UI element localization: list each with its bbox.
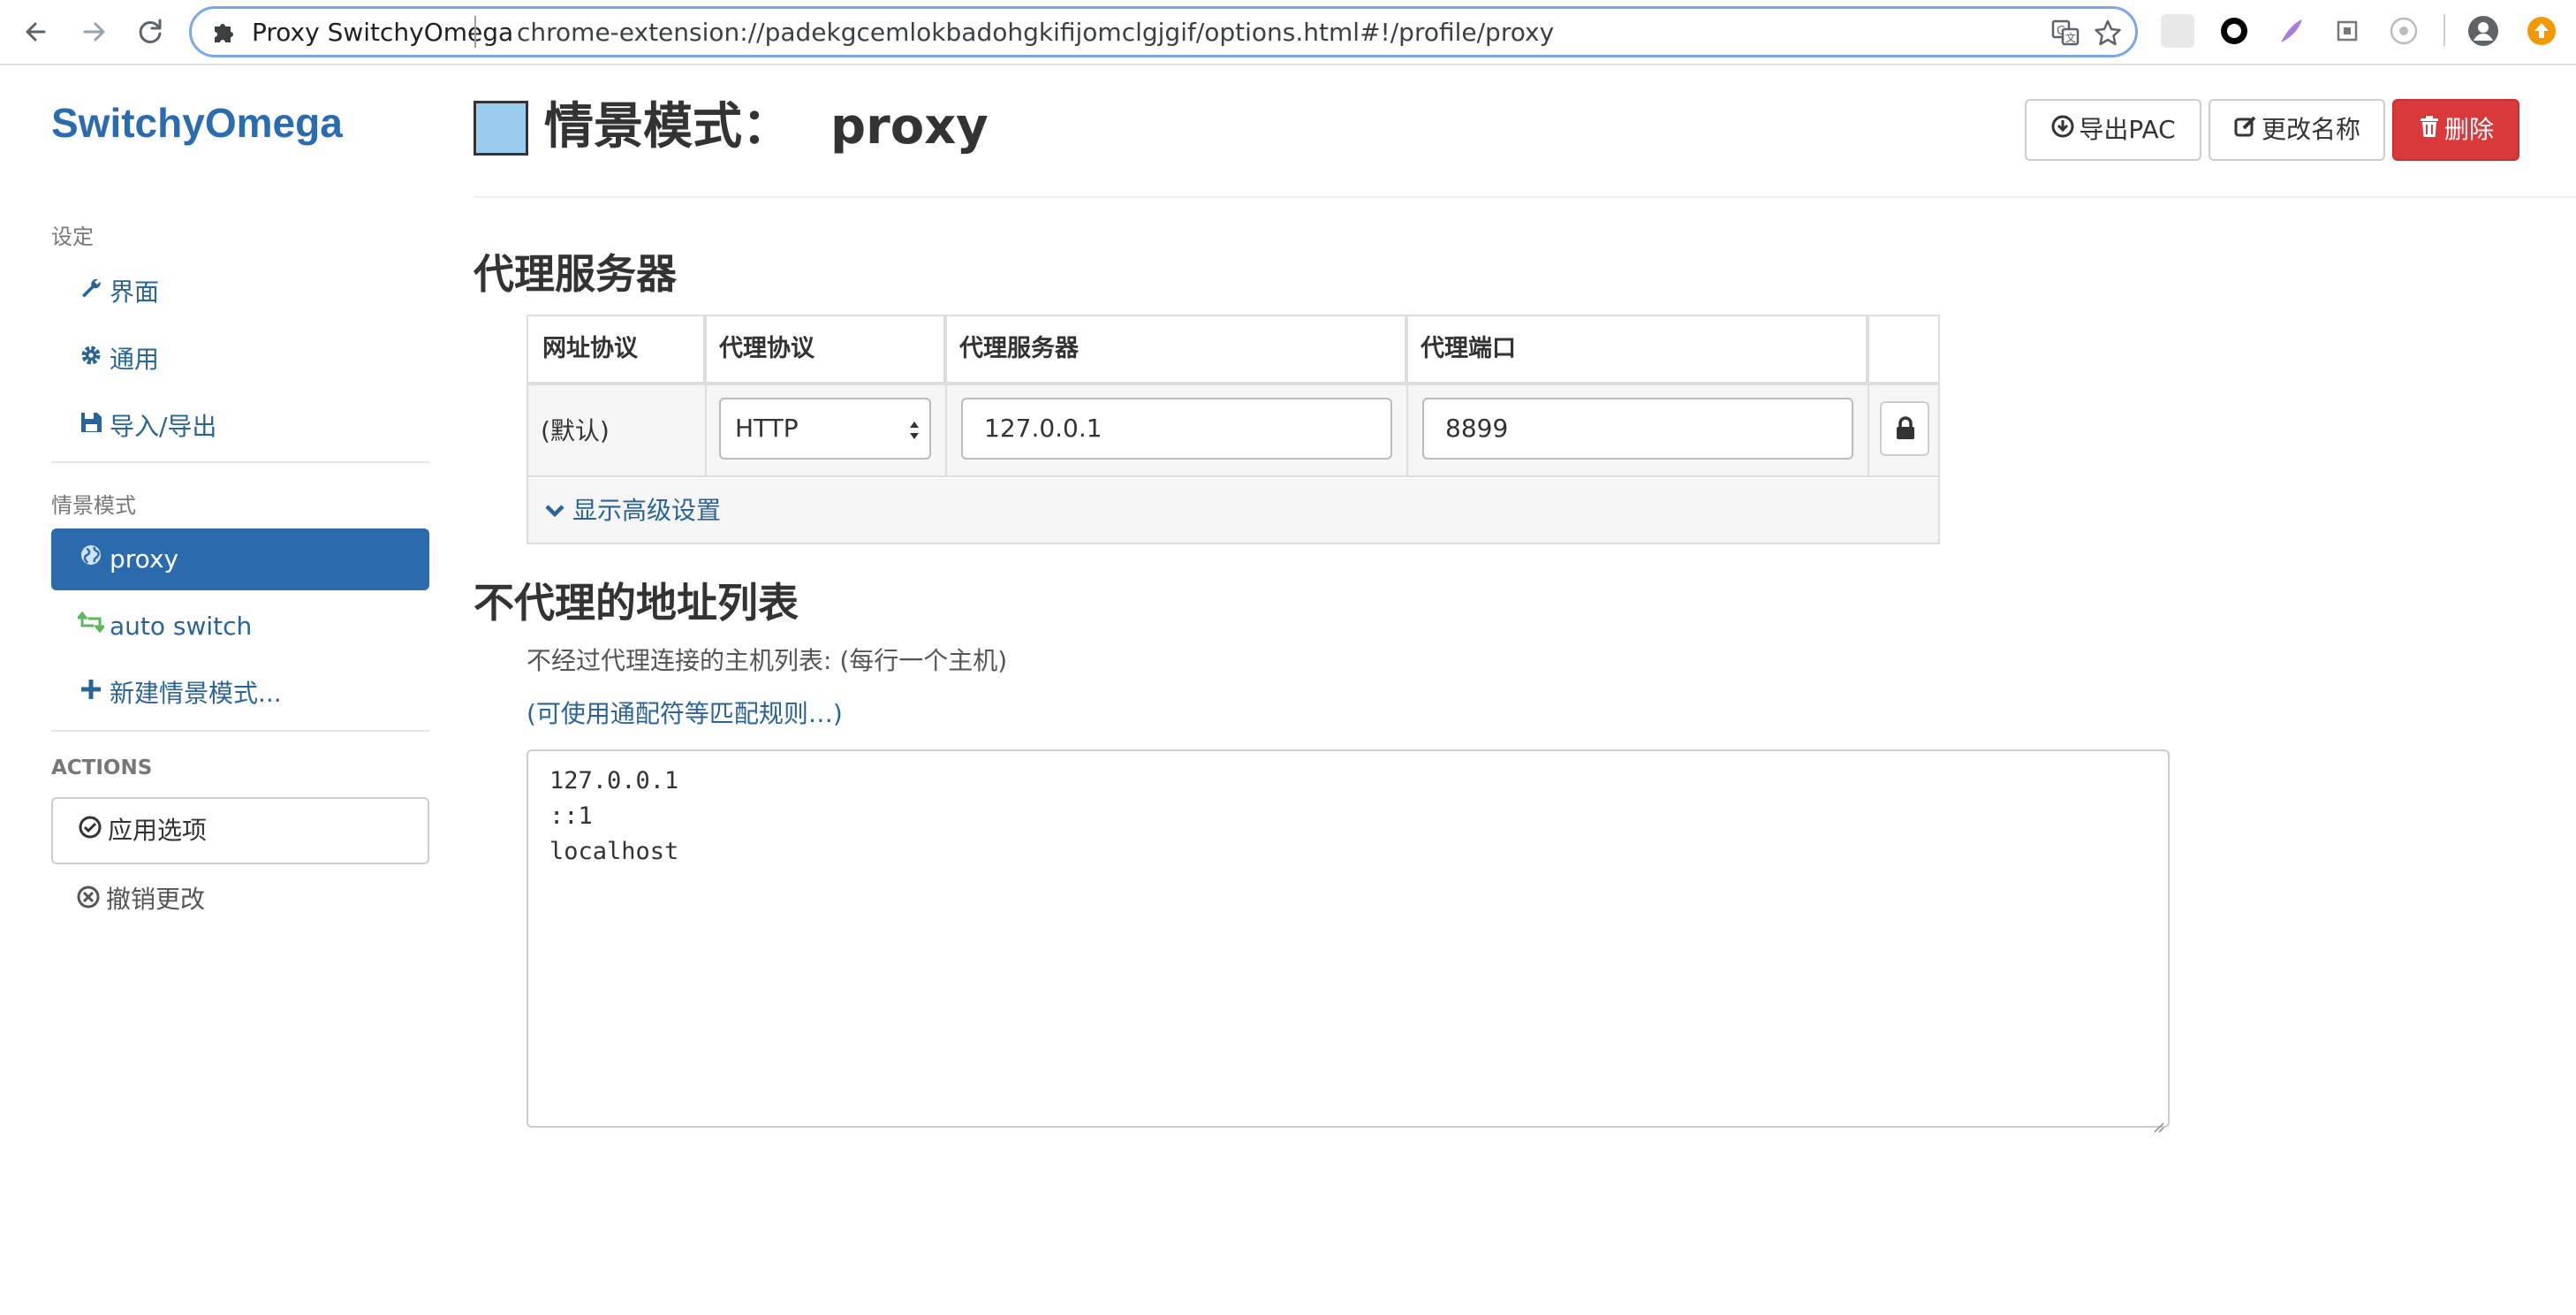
toolbar-divider — [2443, 14, 2445, 46]
sidebar-item-label: 新建情景模式... — [110, 679, 282, 708]
select-arrows-icon — [908, 399, 921, 458]
address-bar[interactable]: Proxy SwitchyOmega chrome-extension://pa… — [189, 6, 2138, 57]
floppy-icon — [76, 396, 106, 458]
retweet-icon — [75, 596, 107, 658]
column-divider — [945, 316, 947, 477]
globe-icon — [76, 528, 106, 590]
sidebar-item-label: 界面 — [110, 277, 160, 307]
page-title-prefix: 情景模式： — [544, 98, 792, 156]
export-pac-label: 导出PAC — [2079, 115, 2176, 144]
sidebar-item-interface[interactable]: 界面 — [51, 262, 429, 323]
show-advanced-label: 显示高级设置 — [572, 496, 722, 525]
show-advanced-toggle[interactable]: 显示高级设置 — [528, 479, 1938, 543]
column-divider — [1406, 316, 1408, 477]
plus-icon — [76, 663, 106, 725]
trash-icon — [2418, 102, 2441, 160]
sidebar-divider — [51, 461, 429, 463]
scheme-cell: (默认) — [541, 416, 610, 445]
puzzle-icon — [209, 18, 238, 46]
cancel-circle-icon — [76, 885, 106, 917]
sidebar-item-label: 通用 — [110, 345, 160, 374]
header-divider — [474, 196, 2576, 198]
browser-toolbar: Proxy SwitchyOmega chrome-extension://pa… — [0, 0, 2576, 65]
bypass-help-text: 不经过代理连接的主机列表: (每行一个主机) — [527, 646, 1008, 675]
sidebar-item-label: proxy — [110, 544, 179, 574]
url-text[interactable]: chrome-extension://padekgcemlokbadohgkif… — [517, 18, 1554, 48]
proxy-host-input[interactable]: 127.0.0.1 — [961, 398, 1392, 460]
bypass-list-title: 不代理的地址列表 — [474, 579, 799, 627]
column-divider — [1868, 316, 1869, 477]
sidebar-divider — [51, 730, 429, 732]
bypass-line: localhost — [549, 838, 679, 865]
wrench-icon — [76, 262, 106, 323]
rename-label: 更改名称 — [2261, 115, 2360, 144]
wildcard-rules-link[interactable]: (可使用通配符等匹配规则…) — [527, 696, 843, 732]
protocol-select-value: HTTP — [735, 414, 799, 443]
sidebar-item-label: auto switch — [110, 612, 253, 641]
proxy-port-input[interactable]: 8899 — [1422, 398, 1853, 460]
extension-grid-icon[interactable] — [2161, 14, 2194, 48]
column-divider — [705, 316, 707, 477]
update-icon[interactable] — [2525, 14, 2558, 48]
star-icon[interactable] — [2093, 18, 2123, 48]
profiles-header: 情景模式 — [51, 493, 136, 518]
sidebar-item-general[interactable]: 通用 — [51, 329, 429, 391]
brand-title[interactable]: SwitchyOmega — [51, 99, 343, 147]
check-circle-icon — [78, 800, 108, 863]
omnibox-divider — [474, 16, 476, 48]
extension-feather-icon[interactable] — [2274, 14, 2307, 48]
protocol-select[interactable]: HTTP — [719, 398, 931, 460]
svg-text:文: 文 — [2065, 31, 2076, 44]
resize-grip-icon[interactable] — [2150, 1108, 2164, 1133]
actions-header: ACTIONS — [51, 756, 153, 779]
column-header: 网址协议 — [528, 316, 705, 382]
profile-name: proxy — [830, 98, 989, 156]
extension-circle-icon[interactable] — [2217, 14, 2251, 48]
sidebar-item-label: 导入/导出 — [110, 412, 217, 441]
back-icon[interactable] — [18, 12, 57, 51]
chevron-down-icon — [544, 480, 565, 543]
proxy-servers-table: 网址协议 代理协议 代理服务器 代理端口 (默认) HTTP 127.0.0.1… — [527, 315, 1940, 544]
page-title: 情景模式： proxy — [544, 95, 989, 159]
extension-square-icon[interactable] — [2330, 14, 2364, 48]
export-pac-button[interactable]: 导出PAC — [2025, 99, 2201, 161]
rename-button[interactable]: 更改名称 — [2209, 99, 2385, 161]
proxy-servers-title: 代理服务器 — [474, 250, 677, 298]
extension-gauge-icon[interactable] — [2387, 14, 2421, 48]
auth-lock-button[interactable] — [1880, 401, 1929, 456]
bypass-line: 127.0.0.1 — [549, 767, 679, 794]
sidebar-item-import-export[interactable]: 导入/导出 — [51, 396, 429, 458]
delete-label: 删除 — [2443, 115, 2494, 144]
sidebar-item-new-profile[interactable]: 新建情景模式... — [51, 663, 429, 725]
reload-icon[interactable] — [131, 12, 170, 51]
sidebar-item-auto-switch[interactable]: auto switch — [51, 596, 429, 658]
gear-icon — [76, 329, 106, 391]
sidebar-item-proxy[interactable]: proxy — [51, 528, 429, 590]
column-header: 代理协议 — [705, 316, 945, 382]
profile-color-swatch[interactable] — [474, 101, 528, 156]
lock-icon — [1894, 415, 1917, 445]
settings-header: 设定 — [51, 224, 94, 249]
column-header: 代理端口 — [1406, 316, 1868, 382]
column-header: 代理服务器 — [945, 316, 1406, 382]
discard-changes-label: 撤销更改 — [106, 885, 206, 914]
apply-options-label: 应用选项 — [108, 816, 208, 845]
apply-options-button[interactable]: 应用选项 — [51, 797, 429, 864]
bypass-list-textarea[interactable]: 127.0.0.1 ::1 localhost — [527, 749, 2170, 1133]
translate-icon[interactable]: G文 — [2050, 18, 2080, 48]
account-icon[interactable] — [2466, 14, 2500, 48]
edit-icon — [2233, 102, 2258, 160]
forward-icon[interactable] — [74, 12, 113, 51]
discard-changes-link[interactable]: 撤销更改 — [76, 884, 205, 917]
column-header-empty — [1868, 316, 1938, 382]
bypass-line: ::1 — [549, 802, 593, 830]
delete-button[interactable]: 删除 — [2392, 99, 2519, 161]
download-icon — [2050, 102, 2075, 160]
